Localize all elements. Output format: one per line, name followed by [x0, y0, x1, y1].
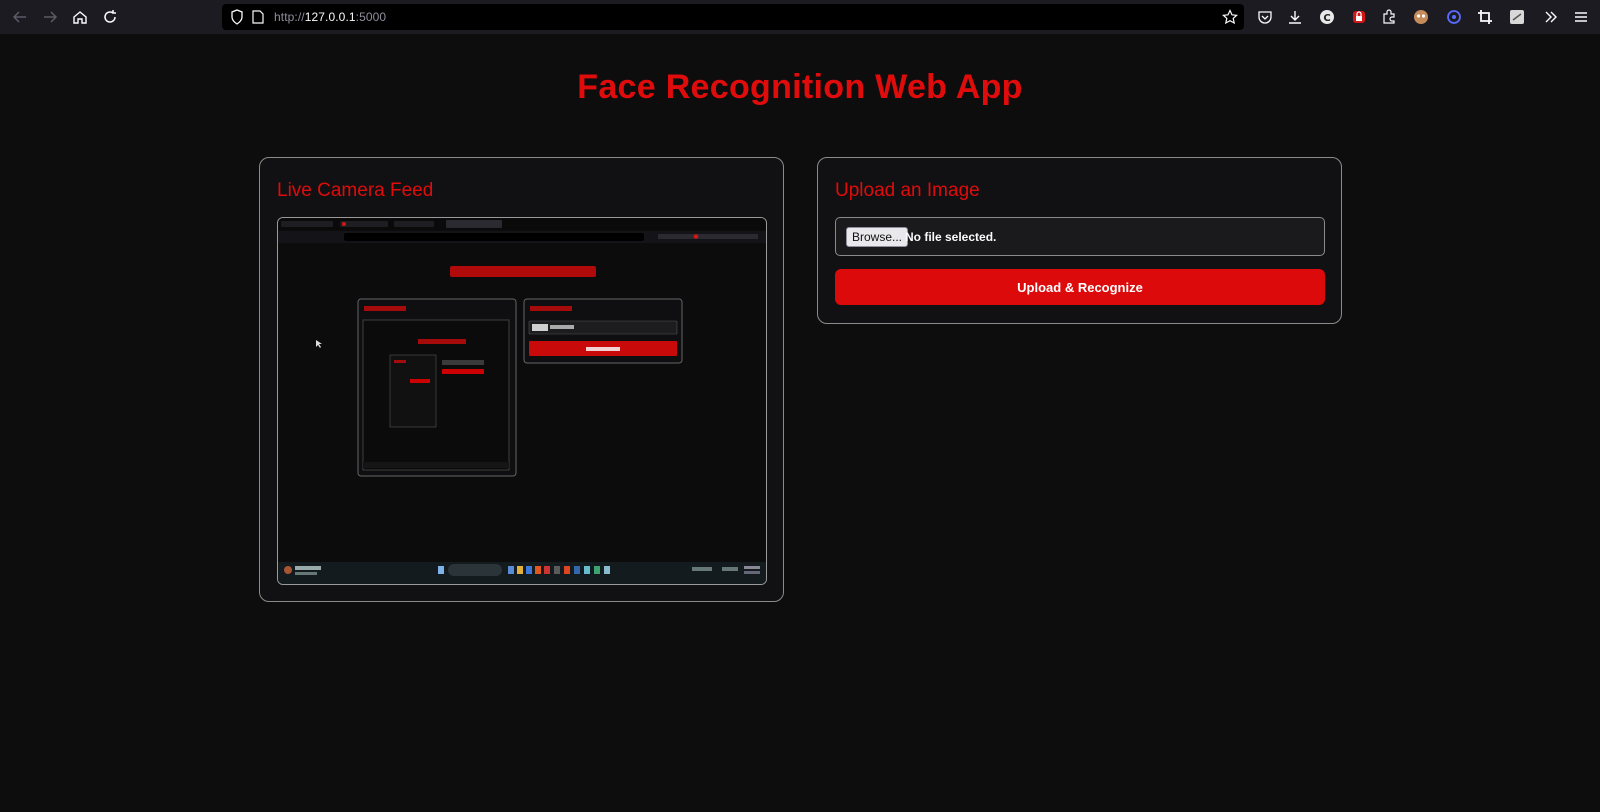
- download-icon[interactable]: [1286, 8, 1304, 26]
- camera-feed: [277, 217, 767, 585]
- upload-recognize-button[interactable]: Upload & Recognize: [835, 269, 1325, 305]
- svg-text:C: C: [1323, 13, 1330, 24]
- page-title: Face Recognition Web App: [577, 68, 1023, 106]
- camera-card-title: Live Camera Feed: [277, 180, 434, 201]
- browser-toolbar: http://127.0.0.1:5000 C: [0, 0, 1600, 34]
- file-input[interactable]: Browse... No file selected.: [835, 217, 1325, 256]
- avatar-extension-icon[interactable]: [1412, 8, 1430, 26]
- file-status-text: No file selected.: [905, 230, 997, 244]
- vpn-extension-icon[interactable]: [1445, 8, 1463, 26]
- browse-button[interactable]: Browse...: [846, 227, 909, 247]
- upload-card-title: Upload an Image: [835, 180, 980, 201]
- shield-icon[interactable]: [230, 9, 244, 30]
- pocket-icon[interactable]: [1256, 8, 1274, 26]
- overflow-chevrons-icon[interactable]: [1542, 8, 1560, 26]
- home-icon[interactable]: [70, 7, 90, 27]
- forward-icon[interactable]: [40, 7, 60, 27]
- bookmark-star-icon[interactable]: [1222, 9, 1238, 30]
- page-icon: [252, 10, 264, 29]
- crop-screenshot-icon[interactable]: [1476, 8, 1494, 26]
- address-bar[interactable]: http://127.0.0.1:5000: [222, 4, 1244, 30]
- reload-icon[interactable]: [100, 7, 120, 27]
- note-extension-icon[interactable]: [1508, 8, 1526, 26]
- grammar-extension-icon[interactable]: C: [1318, 8, 1336, 26]
- camera-feed-frame: [278, 218, 766, 584]
- hamburger-menu-icon[interactable]: [1572, 8, 1590, 26]
- back-icon[interactable]: [10, 7, 30, 27]
- extensions-puzzle-icon[interactable]: [1380, 8, 1398, 26]
- upload-card: Upload an Image Browse... No file select…: [817, 157, 1342, 324]
- url-text[interactable]: http://127.0.0.1:5000: [274, 10, 386, 24]
- camera-card: Live Camera Feed: [259, 157, 784, 602]
- lock-extension-icon[interactable]: [1350, 8, 1368, 26]
